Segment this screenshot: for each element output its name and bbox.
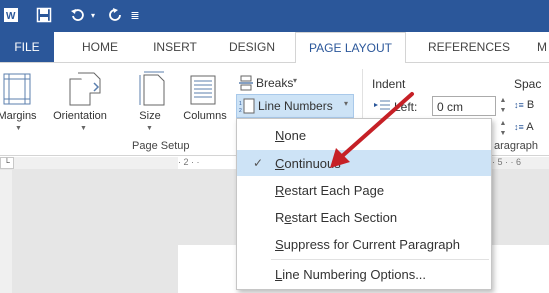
ruler-marks-right: · 5 · · 6 bbox=[492, 157, 522, 167]
tab-home[interactable]: HOME bbox=[70, 32, 130, 62]
chevron-down-icon: ▾ bbox=[293, 76, 298, 85]
line-numbers-button[interactable]: 1 2 Line Numbers ▾ bbox=[236, 94, 354, 118]
svg-text:W: W bbox=[6, 11, 16, 22]
line-numbers-menu: None ✓ Continuous Restart Each Page Rest… bbox=[236, 118, 492, 290]
menu-item-label: Restart Each Section bbox=[275, 209, 398, 225]
undo-icon[interactable] bbox=[66, 3, 88, 27]
menu-separator bbox=[271, 259, 489, 260]
redo-icon[interactable] bbox=[104, 3, 126, 27]
indent-heading: Indent bbox=[372, 77, 406, 91]
vertical-ruler[interactable] bbox=[0, 170, 12, 293]
indent-right-spinner[interactable]: ▲ ▼ bbox=[498, 119, 508, 139]
menu-item-label: Continuous bbox=[275, 155, 341, 171]
tab-references[interactable]: REFERENCES bbox=[424, 32, 514, 62]
tab-insert[interactable]: INSERT bbox=[144, 32, 206, 62]
spacing-after-label: A bbox=[526, 121, 534, 133]
orientation-icon bbox=[69, 72, 101, 106]
indent-left-label: Left: bbox=[394, 100, 418, 114]
title-bar: W ▾ ≣ bbox=[0, 0, 549, 32]
menu-item-line-numbering-options[interactable]: Line Numbering Options... bbox=[237, 261, 491, 287]
spacing-before-label: B bbox=[526, 99, 535, 111]
ribbon-tabs: FILE HOME INSERT DESIGN PAGE LAYOUT REFE… bbox=[0, 32, 549, 63]
word-icon[interactable]: W bbox=[2, 3, 20, 27]
menu-item-label: Line Numbering Options... bbox=[275, 266, 427, 282]
tab-file[interactable]: FILE bbox=[0, 32, 54, 62]
size-button[interactable]: Size ▼ bbox=[130, 67, 170, 137]
menu-item-continuous[interactable]: ✓ Continuous bbox=[237, 150, 491, 176]
spacing-after-icon: ↕≡ A bbox=[514, 121, 534, 133]
line-numbers-label: Line Numbers bbox=[258, 99, 333, 113]
breaks-label: Breaks bbox=[256, 76, 294, 90]
indent-left-value: 0 cm bbox=[437, 100, 464, 114]
tab-selector-icon[interactable]: └ bbox=[0, 157, 14, 169]
margins-icon bbox=[3, 73, 31, 105]
indent-left-input[interactable]: 0 cm bbox=[432, 96, 496, 116]
line-numbers-icon: 1 2 bbox=[239, 98, 255, 114]
paragraph-group-label: aragraph bbox=[494, 140, 539, 152]
menu-item-label: Suppress for Current Paragraph bbox=[275, 236, 460, 252]
columns-button[interactable]: Columns bbox=[174, 67, 232, 137]
indent-left-icon bbox=[374, 99, 390, 113]
menu-item-restart-each-section[interactable]: Restart Each Section bbox=[237, 204, 491, 230]
save-icon[interactable] bbox=[34, 3, 54, 27]
margins-button[interactable]: Margins ▼ bbox=[0, 67, 42, 137]
ruler-marks-left: · 2 · · bbox=[178, 157, 200, 167]
page-setup-group-label: Page Setup bbox=[132, 140, 190, 152]
svg-text:1: 1 bbox=[239, 101, 242, 107]
checkmark-icon: ✓ bbox=[253, 156, 264, 170]
menu-item-suppress-current-paragraph[interactable]: Suppress for Current Paragraph bbox=[237, 231, 491, 257]
indent-left-spinner[interactable]: ▲ ▼ bbox=[498, 96, 508, 116]
svg-text:2: 2 bbox=[239, 108, 242, 114]
orientation-button[interactable]: Orientation ▼ bbox=[46, 67, 114, 137]
chevron-down-icon: ▼ bbox=[15, 125, 22, 132]
spacing-heading: Spac bbox=[514, 77, 542, 91]
menu-item-restart-each-page[interactable]: Restart Each Page bbox=[237, 177, 491, 203]
breaks-button[interactable]: Breaks ▾ bbox=[238, 73, 308, 93]
undo-dropdown-icon[interactable]: ▾ bbox=[88, 3, 98, 27]
margins-label: Margins bbox=[0, 110, 37, 122]
menu-item-label: Restart Each Page bbox=[275, 182, 385, 198]
columns-icon bbox=[190, 75, 216, 105]
tab-page-layout[interactable]: PAGE LAYOUT bbox=[295, 32, 406, 63]
size-icon bbox=[139, 71, 165, 106]
chevron-down-icon: ▼ bbox=[146, 125, 153, 132]
columns-label: Columns bbox=[183, 110, 227, 122]
menu-item-label: None bbox=[275, 127, 307, 143]
tab-mailings-partial[interactable]: M bbox=[532, 32, 549, 62]
breaks-icon bbox=[239, 75, 253, 91]
chevron-down-icon: ▾ bbox=[344, 99, 349, 108]
orientation-label: Orientation bbox=[53, 110, 107, 122]
customize-toolbar-icon[interactable]: ≣ bbox=[128, 3, 142, 27]
chevron-down-icon: ▼ bbox=[80, 125, 87, 132]
tab-design[interactable]: DESIGN bbox=[220, 32, 284, 62]
spacing-before-icon: ↕≡ B bbox=[514, 99, 535, 111]
menu-item-none[interactable]: None bbox=[237, 122, 491, 148]
size-label: Size bbox=[139, 110, 161, 122]
